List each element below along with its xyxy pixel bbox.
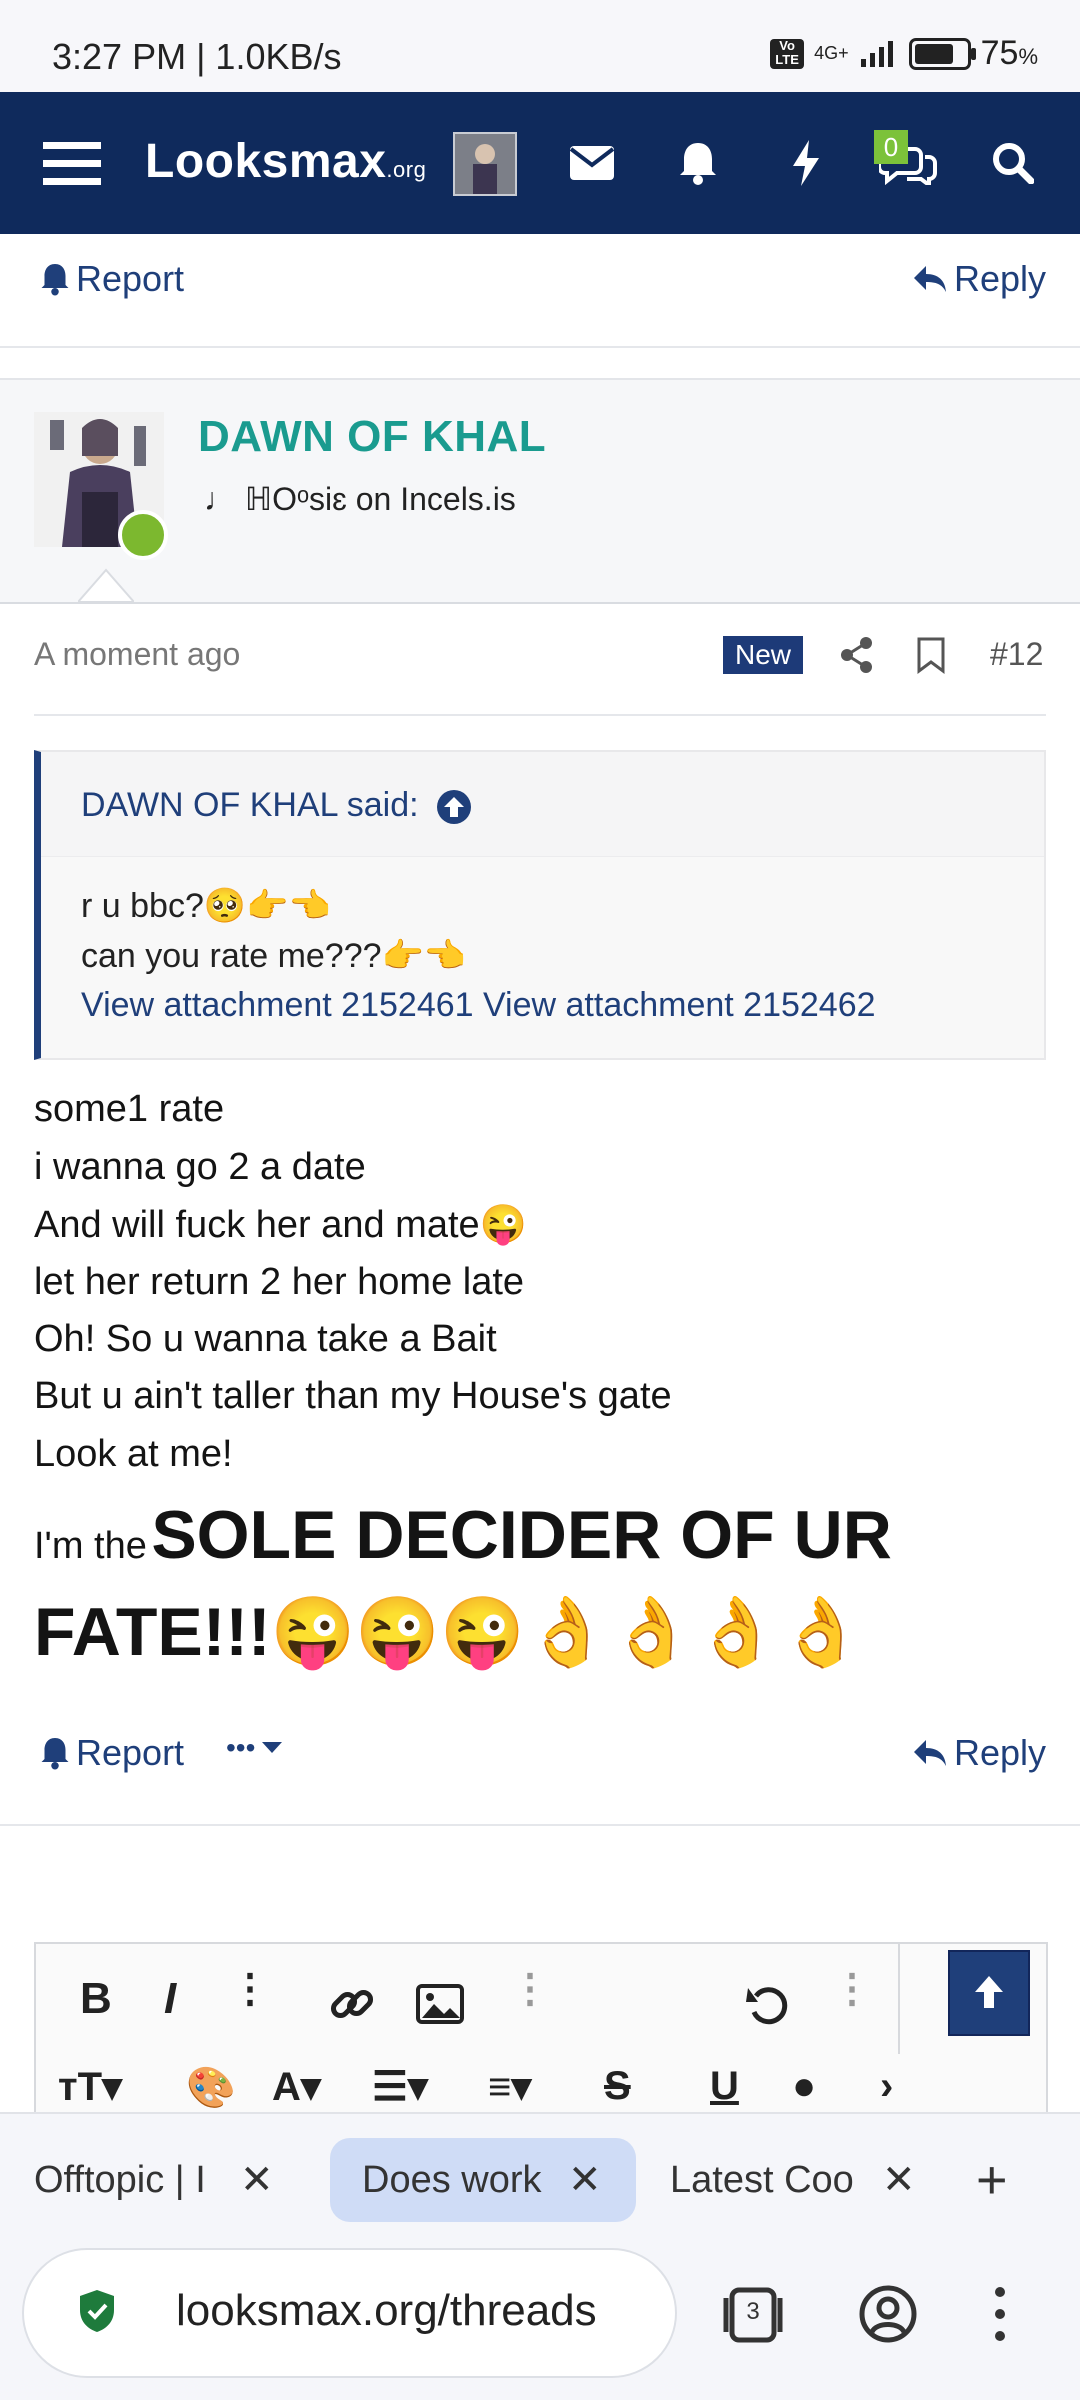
network-label: 4G+ [814,43,849,63]
bold-icon[interactable]: B [80,1974,112,2024]
bell-icon [41,264,69,296]
toolbar-divider [898,1944,900,2054]
italic-icon[interactable]: I [164,1974,176,2024]
more-vertical-icon[interactable] [990,2284,1010,2344]
battery-level: 75% [980,34,1038,72]
underline-icon[interactable]: U [710,2064,739,2109]
quote-block: DAWN OF KHAL said: r u bbc?🥺👉👈 can you r… [34,750,1046,1060]
url-text[interactable]: looksmax.org/threads [176,2286,636,2336]
post-line: some1 rate [34,1088,225,1130]
close-icon[interactable]: ✕ [568,2157,602,2203]
chevron-down-icon [262,1742,283,1753]
scroll-top-button[interactable] [948,1950,1030,2036]
chevron-right-icon[interactable]: › [880,2064,893,2109]
volte-icon: Vo LTE [770,38,805,69]
user-avatar-icon[interactable] [453,132,517,196]
panel-pointer [78,568,134,602]
close-icon[interactable]: ✕ [882,2157,916,2203]
reply-editor[interactable]: B I ⋮ ⋮ ⋮ тT▾ 🎨 A▾ ☰▾ ≡▾ S U ● › [34,1942,1048,2122]
more-vertical-icon[interactable]: ⋮ [510,1966,550,2012]
bell-icon[interactable] [676,92,720,234]
signal-icon [860,40,893,67]
search-icon[interactable] [990,92,1036,234]
quote-line: r u bbc?🥺👉👈 [81,887,331,925]
more-label: ••• [226,1732,256,1763]
more-vertical-icon[interactable]: ⋮ [832,1966,872,2012]
quote-author[interactable]: DAWN OF KHAL said: [81,786,472,825]
attachment-links[interactable]: View attachment 2152461 View attachment … [81,986,876,1025]
plus-icon: + [976,2150,1008,2210]
arrow-up-icon [975,1976,1003,2008]
tab-title: Does work [362,2158,542,2201]
status-bar: 3:27 PM | 1.0KB/s Vo LTE 4G+ 75% [0,0,1080,92]
undo-icon[interactable] [744,1980,792,2028]
status-time: 3:27 PM | 1.0KB/s [52,36,342,77]
more-options-button[interactable]: ••• [226,1732,283,1764]
share-icon[interactable] [840,636,874,674]
report-button[interactable]: Report [40,1732,184,1774]
reply-button[interactable]: Reply [912,258,1046,300]
secure-shield-icon[interactable] [78,2288,116,2334]
battery-icon [908,37,976,70]
tab-count: 3 [746,2298,760,2325]
post-line-big: FATE!!!😜😜😜👌👌👌👌 [34,1594,864,1670]
reply-label: Reply [953,1732,1046,1773]
menu-icon[interactable] [40,92,104,234]
bell-icon [41,1738,69,1770]
poster-user-title: ♩ ℍOᵒsiɛ on Incels.is [204,481,516,517]
forum-header: Looksmax.org 0 [0,92,1080,234]
align-icon[interactable]: ≡▾ [488,2064,531,2110]
image-icon[interactable] [416,1984,464,2024]
post-line: i wanna go 2 a date [34,1146,366,1188]
online-status-icon [118,510,168,560]
report-button[interactable]: Report [40,258,184,300]
strikethrough-icon[interactable]: S [604,2064,631,2109]
reply-label: Reply [953,258,1046,299]
post-time[interactable]: A moment ago [34,636,240,673]
post-line: But u ain't taller than my House's gate [34,1375,672,1417]
text-size-icon[interactable]: тT▾ [58,2064,122,2110]
divider [34,714,1046,716]
post-line-big: I'm the SOLE DECIDER OF UR [34,1497,892,1573]
font-icon[interactable]: A▾ [272,2064,321,2110]
poster-username[interactable]: DAWN OF KHAL [198,412,546,462]
new-tab-button[interactable]: + [976,2138,1008,2222]
tab-title: Offtopic | I [34,2158,206,2201]
browser-tab-active[interactable]: Does work ✕ [330,2138,636,2222]
link-icon[interactable] [328,1980,376,2028]
report-label: Report [76,258,185,299]
lightning-icon[interactable] [788,92,824,234]
inbox-icon[interactable] [566,92,618,234]
post-number[interactable]: #12 [990,636,1043,673]
more-vertical-icon[interactable]: ⋮ [230,1966,270,2012]
report-label: Report [76,1732,185,1773]
reply-button[interactable]: Reply [912,1732,1046,1774]
post-line: Look at me! [34,1433,233,1475]
divider [0,346,1080,348]
site-logo[interactable]: Looksmax.org [145,134,426,189]
arrow-up-circle-icon[interactable] [436,789,472,825]
browser-tab[interactable]: Offtopic | I ✕ [34,2138,304,2222]
list-icon[interactable]: ☰▾ [372,2064,428,2110]
tab-switcher-button[interactable]: 3 [722,2284,784,2346]
browser-tab[interactable]: Latest Coo ✕ [670,2138,940,2222]
divider [0,1824,1080,1826]
conversations-badge: 0 [874,130,908,164]
quote-line: can you rate me???👉👈 [81,937,467,975]
bookmark-icon[interactable] [916,636,946,674]
reply-icon [913,1740,946,1766]
reply-icon [913,266,946,292]
palette-icon[interactable]: 🎨 [186,2064,236,2111]
post-line: let her return 2 her home late [34,1261,525,1303]
close-icon[interactable]: ✕ [240,2157,274,2203]
post-line: And will fuck her and mate😜 [34,1204,527,1246]
spoiler-icon[interactable]: ● [792,2064,816,2109]
new-badge: New [723,636,803,674]
status-icons: Vo LTE 4G+ 75% [770,34,1038,73]
post-line: Oh! So u wanna take a Bait [34,1318,497,1360]
tab-title: Latest Coo [670,2158,854,2201]
account-icon[interactable] [858,2284,918,2344]
